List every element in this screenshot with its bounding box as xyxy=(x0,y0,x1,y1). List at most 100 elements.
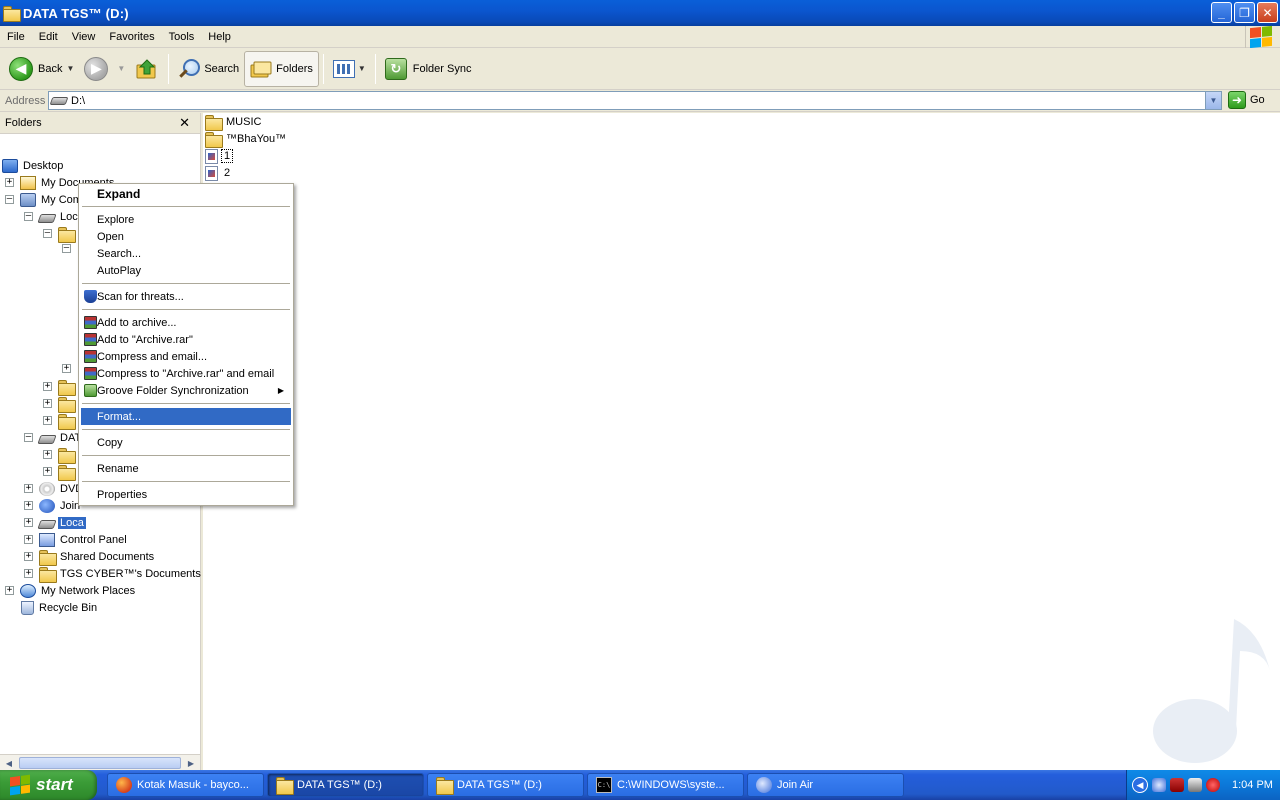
scroll-right-icon[interactable]: ▶ xyxy=(184,756,198,770)
tree-item-local-disk-selected[interactable]: + Loca xyxy=(24,514,86,531)
collapse-icon[interactable]: – xyxy=(62,244,71,253)
expand-icon[interactable]: + xyxy=(5,586,14,595)
collapse-icon[interactable]: – xyxy=(43,229,52,238)
expand-icon[interactable]: + xyxy=(24,552,33,561)
menu-item-scan-threats[interactable]: Scan for threats... xyxy=(81,288,291,305)
menu-item-compress-email[interactable]: Compress and email... xyxy=(81,348,291,365)
close-button[interactable]: ✕ xyxy=(1257,2,1278,23)
menu-item-properties[interactable]: Properties xyxy=(81,486,291,503)
menu-edit[interactable]: Edit xyxy=(32,31,65,43)
menu-item-copy[interactable]: Copy xyxy=(81,434,291,451)
forward-history-dropdown-icon[interactable]: ▼ xyxy=(117,64,125,73)
title-bar[interactable]: DATA TGS™ (D:) _ ❐ ✕ xyxy=(0,0,1280,26)
taskbar-button-kotak-masuk[interactable]: Kotak Masuk - bayco... xyxy=(107,773,264,797)
taskbar-button-cmd[interactable]: C:\ C:\WINDOWS\syste... xyxy=(587,773,744,797)
tree-item-folder[interactable]: + xyxy=(43,395,77,413)
tree-item-data-drive[interactable]: – DAT xyxy=(24,429,83,446)
expand-icon[interactable]: + xyxy=(24,535,33,544)
expand-icon[interactable]: + xyxy=(62,364,71,373)
up-folder-button[interactable] xyxy=(130,51,164,87)
tree-item-dvd-drive[interactable]: + DVD xyxy=(24,480,85,497)
tree-item-folder[interactable]: + xyxy=(43,446,77,464)
expand-icon[interactable]: + xyxy=(24,518,33,527)
file-item-2[interactable]: 2 xyxy=(205,165,232,181)
menu-item-open[interactable]: Open xyxy=(81,228,291,245)
menu-view[interactable]: View xyxy=(65,31,103,43)
file-item-music[interactable]: MUSIC xyxy=(205,114,263,131)
connection-icon[interactable] xyxy=(1188,778,1202,792)
network-icon[interactable] xyxy=(1152,778,1166,792)
menu-item-explore[interactable]: Explore xyxy=(81,211,291,228)
folder-sync-button[interactable]: ↻ Folder Sync xyxy=(380,51,477,87)
menu-tools[interactable]: Tools xyxy=(162,31,202,43)
menu-item-add-archive[interactable]: Add to archive... xyxy=(81,314,291,331)
tree-item-join-air[interactable]: + Join xyxy=(24,497,82,514)
menubar-divider xyxy=(1245,26,1246,48)
drive-icon xyxy=(37,213,57,223)
expand-icon[interactable]: + xyxy=(43,382,52,391)
expand-icon[interactable]: + xyxy=(5,178,14,187)
expand-icon[interactable]: + xyxy=(24,501,33,510)
tree-item-folder[interactable]: + xyxy=(43,412,77,430)
address-input[interactable]: D:\ ▼ xyxy=(48,91,1222,110)
folders-button[interactable]: Folders xyxy=(244,50,319,87)
menu-item-autoplay[interactable]: AutoPlay xyxy=(81,262,291,279)
menu-separator xyxy=(82,429,290,430)
menu-item-add-archive-rar[interactable]: Add to "Archive.rar" xyxy=(81,331,291,348)
scrollbar-thumb[interactable] xyxy=(19,757,181,769)
collapse-icon[interactable]: – xyxy=(24,212,33,221)
menu-item-groove-sync[interactable]: Groove Folder Synchronization ▶ xyxy=(81,382,291,399)
menu-separator xyxy=(82,455,290,456)
tree-item-my-network-places[interactable]: + My Network Places xyxy=(5,582,137,599)
close-icon[interactable]: ✕ xyxy=(179,115,190,131)
collapse-icon[interactable]: – xyxy=(24,433,33,442)
start-button[interactable]: start xyxy=(0,770,97,800)
views-button[interactable]: ▼ xyxy=(328,51,371,87)
file-item-bhayou[interactable]: ™BhaYou™ xyxy=(205,131,288,148)
expand-icon[interactable]: + xyxy=(24,484,33,493)
taskbar-button-data-tgs[interactable]: DATA TGS™ (D:) xyxy=(427,773,584,797)
tree-item-tgs-documents[interactable]: + TGS CYBER™'s Documents xyxy=(24,565,203,583)
file-item-1[interactable]: 1 xyxy=(205,148,234,164)
menu-favorites[interactable]: Favorites xyxy=(102,31,161,43)
address-dropdown-icon[interactable]: ▼ xyxy=(1205,92,1221,109)
tree-item-folder[interactable]: + xyxy=(43,378,77,396)
taskbar-button-data-tgs-active[interactable]: DATA TGS™ (D:) xyxy=(267,773,424,797)
expand-icon[interactable]: + xyxy=(43,450,52,459)
taskbar-button-join-air[interactable]: Join Air xyxy=(747,773,904,797)
expand-icon[interactable]: + xyxy=(43,467,52,476)
menu-help[interactable]: Help xyxy=(201,31,238,43)
menu-item-format[interactable]: Format... xyxy=(81,408,291,425)
go-button[interactable]: ➜ Go xyxy=(1228,91,1265,109)
expand-icon[interactable]: + xyxy=(43,416,52,425)
tree-item-recycle-bin[interactable]: Recycle Bin xyxy=(21,599,99,616)
tree-item-folder[interactable]: + xyxy=(43,463,77,481)
scroll-left-icon[interactable]: ◀ xyxy=(2,756,16,770)
expand-icon[interactable]: + xyxy=(24,569,33,578)
menu-item-search[interactable]: Search... xyxy=(81,245,291,262)
search-button[interactable]: Search xyxy=(173,51,244,87)
antivirus-icon[interactable] xyxy=(1206,778,1220,792)
expand-icon[interactable]: + xyxy=(43,399,52,408)
tree-item-local-disk-c[interactable]: – Loca xyxy=(24,208,86,225)
security-alert-icon[interactable] xyxy=(1170,778,1184,792)
folder-icon xyxy=(58,447,76,464)
maximize-button[interactable]: ❐ xyxy=(1234,2,1255,23)
back-button[interactable]: ◀ Back ▼ xyxy=(4,51,79,87)
back-history-dropdown-icon[interactable]: ▼ xyxy=(66,64,74,73)
tree-item-control-panel[interactable]: + Control Panel xyxy=(24,531,129,548)
menu-file[interactable]: File xyxy=(0,31,32,43)
tree-item-shared-documents[interactable]: + Shared Documents xyxy=(24,548,156,566)
tree-item-folder[interactable]: – xyxy=(43,225,77,243)
forward-button[interactable]: ▶ ▼ xyxy=(79,51,130,87)
menu-item-rename[interactable]: Rename xyxy=(81,460,291,477)
clock[interactable]: 1:04 PM xyxy=(1232,779,1273,791)
show-hidden-icons-icon[interactable]: ◀ xyxy=(1132,777,1148,793)
menu-item-expand[interactable]: Expand xyxy=(81,185,291,202)
horizontal-scrollbar[interactable]: ◀ ▶ xyxy=(0,754,200,771)
tree-item-desktop[interactable]: Desktop xyxy=(2,157,65,174)
winrar-icon xyxy=(84,316,97,329)
minimize-button[interactable]: _ xyxy=(1211,2,1232,23)
collapse-icon[interactable]: – xyxy=(5,195,14,204)
menu-item-compress-rar-email[interactable]: Compress to "Archive.rar" and email xyxy=(81,365,291,382)
